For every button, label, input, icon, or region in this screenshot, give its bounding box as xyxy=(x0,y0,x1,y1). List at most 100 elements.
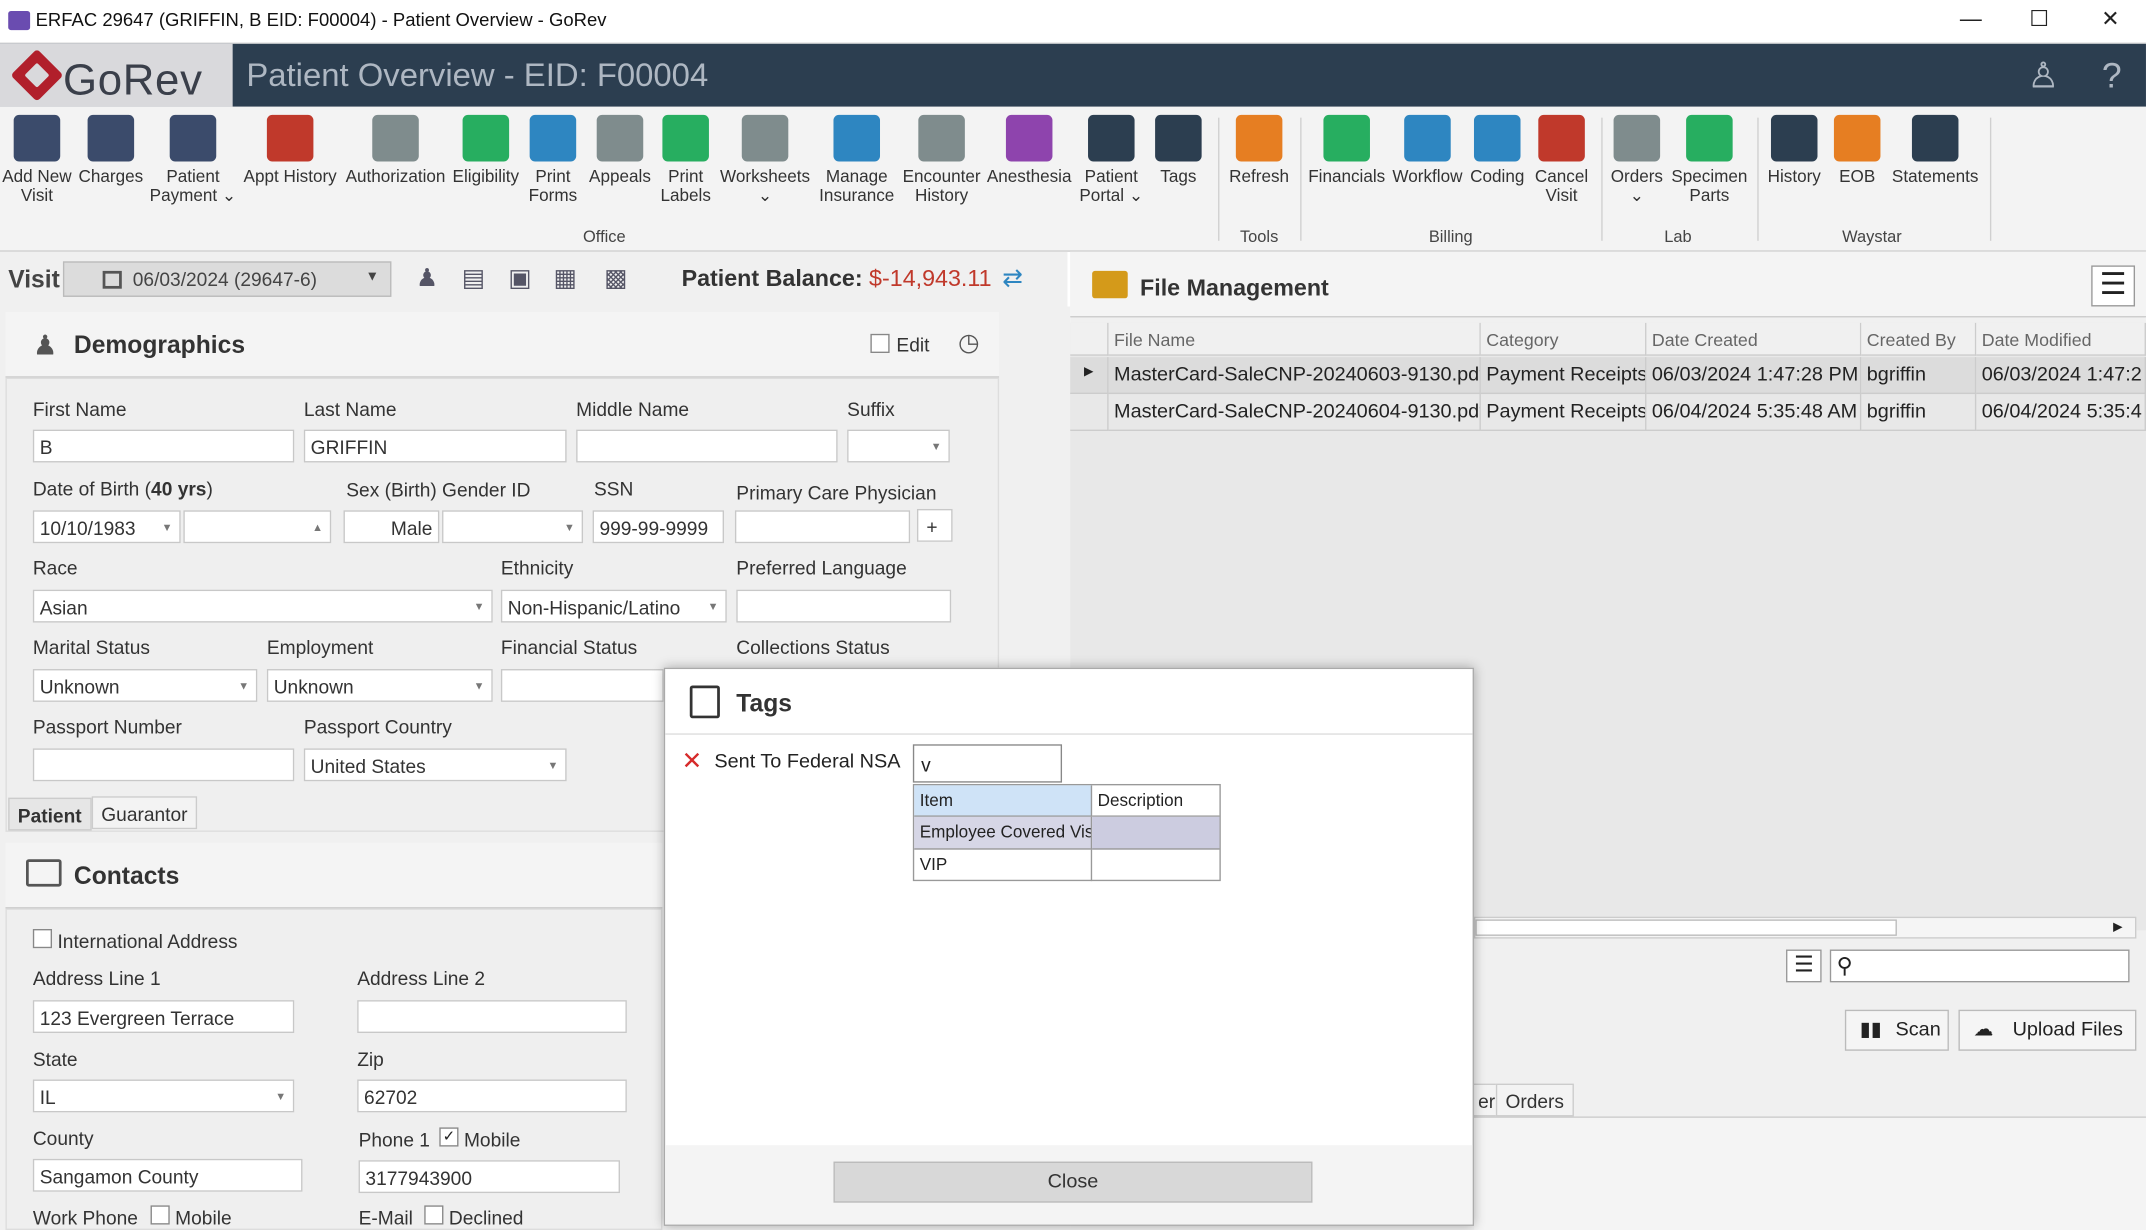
upload-files-button[interactable]: ☁ Upload Files xyxy=(1958,1009,2137,1051)
tab-guarantor[interactable]: Guarantor xyxy=(91,796,198,830)
passport-country-select[interactable]: United States ▼ xyxy=(303,748,567,782)
shield-icon xyxy=(372,114,419,162)
billing-card-icon[interactable]: ▩ xyxy=(599,264,632,294)
ribbon-button-appt-history[interactable]: Appt History xyxy=(235,114,344,186)
tag-suggestions-list: Item Description Employee Covered Visit … xyxy=(912,783,1221,882)
address-line1-field[interactable]: 123 Evergreen Terrace xyxy=(32,1000,295,1033)
gender-select[interactable]: ▼ xyxy=(442,510,584,544)
scan-button[interactable]: ▮▮ Scan xyxy=(1844,1009,1949,1051)
row-expand-icon[interactable]: ▶ xyxy=(1070,357,1109,395)
county-field[interactable]: Sangamon County xyxy=(32,1158,303,1192)
language-select[interactable] xyxy=(736,589,952,623)
help-icon[interactable]: ? xyxy=(2091,55,2132,96)
county-label: County xyxy=(32,1127,94,1150)
person-icon[interactable]: ♟ xyxy=(411,264,444,294)
list-menu-icon[interactable]: ☰ xyxy=(1786,949,1822,983)
logo-text: GoRev xyxy=(62,54,203,104)
sex-select[interactable]: Male xyxy=(343,510,440,544)
cloud-upload-icon: ☁ xyxy=(1973,1019,1994,1042)
suffix-select[interactable]: ▼ xyxy=(847,429,950,463)
first-name-field[interactable]: B xyxy=(32,429,295,463)
tab-patient[interactable]: Patient xyxy=(8,797,92,831)
patient-balance-value: $-14,943.11 xyxy=(869,265,992,292)
work-mobile-label: Mobile xyxy=(175,1206,232,1229)
list-item-description[interactable] xyxy=(1092,816,1220,850)
col-date-created[interactable]: Date Created xyxy=(1646,322,1862,356)
maximize-button[interactable]: ☐ xyxy=(2012,5,2067,38)
payment-icon xyxy=(169,114,217,162)
tags-dialog-title: Tags xyxy=(736,689,792,717)
financial-select[interactable] xyxy=(500,669,664,702)
list-item-vip[interactable]: VIP xyxy=(914,849,1093,882)
marital-select[interactable]: Unknown ▼ xyxy=(32,669,258,702)
page-title: Patient Overview - EID: F00004 xyxy=(246,57,709,95)
race-select[interactable]: Asian ▼ xyxy=(32,589,493,623)
employment-select[interactable]: Unknown ▼ xyxy=(266,669,493,702)
ribbon-toolbar: Add New Visit Charges Patient Payment ⌄ Appt … xyxy=(0,106,2146,252)
window-title-bar: ERFAC 29647 (GRIFFIN, B EID: F00004) - P… xyxy=(0,0,2146,44)
pcp-add-button[interactable]: + xyxy=(916,508,953,542)
transfer-icon[interactable]: ⇄ xyxy=(996,264,1029,294)
passport-field[interactable] xyxy=(32,748,295,782)
dob-time-spinner[interactable]: ▲ xyxy=(183,510,332,544)
international-address-checkbox[interactable] xyxy=(32,929,53,949)
ethnicity-label: Ethnicity xyxy=(500,556,574,579)
hamburger-menu-icon[interactable]: ☰ xyxy=(2091,265,2136,307)
ribbon-button-statements[interactable]: Statements xyxy=(1880,114,1989,186)
middle-name-field[interactable] xyxy=(576,429,838,463)
label-icon xyxy=(662,114,709,162)
history-clock-icon[interactable]: ◷ xyxy=(958,328,980,357)
list-item-description[interactable] xyxy=(1092,850,1219,881)
file-name-cell: MasterCard-SaleCNP-20240604-9130.pdf xyxy=(1108,394,1481,431)
state-select[interactable]: IL ▼ xyxy=(32,1079,295,1113)
calendar-icon xyxy=(266,114,314,162)
col-created-by[interactable]: Created By xyxy=(1861,322,1977,356)
file-search-input[interactable]: ⚲ xyxy=(1829,949,2130,983)
close-window-button[interactable]: ✕ xyxy=(2083,5,2138,38)
spinner-icon: ▲ xyxy=(312,521,323,534)
ribbon-button-patient[interactable]: Patient Payment ⌄ xyxy=(138,114,247,205)
user-icon[interactable]: ♙ xyxy=(2023,55,2064,96)
ssn-field[interactable]: 999-99-9999 xyxy=(592,510,724,544)
id-card-icon[interactable]: ▤ xyxy=(457,264,490,294)
suffix-label: Suffix xyxy=(847,398,895,421)
minimize-button[interactable]: — xyxy=(1943,5,1998,38)
passport-country-label: Passport Country xyxy=(303,715,452,738)
address-line2-field[interactable] xyxy=(357,1000,627,1033)
work-mobile-checkbox[interactable] xyxy=(150,1205,170,1225)
insurance-card-icon[interactable]: ▦ xyxy=(549,264,582,294)
sex-label: Sex (Birth) xyxy=(346,478,437,501)
dropdown-arrow-icon: ▼ xyxy=(275,1090,287,1103)
zip-field[interactable]: 62702 xyxy=(357,1079,627,1113)
edit-checkbox[interactable] xyxy=(870,333,890,353)
col-date-modified[interactable]: Date Modified xyxy=(1976,322,2146,356)
tab-orders[interactable]: Orders xyxy=(1495,1083,1574,1117)
pcp-field[interactable] xyxy=(734,510,911,544)
email-declined-checkbox[interactable] xyxy=(424,1205,444,1225)
syringe-icon xyxy=(1005,114,1053,162)
group-label-office: Office xyxy=(583,227,626,247)
horizontal-scrollbar[interactable]: ▶ xyxy=(1473,916,2137,939)
visit-label: Visit xyxy=(8,265,60,293)
visit-select[interactable]: 06/03/2024 (29647-6) ▼ xyxy=(62,261,392,297)
dob-label: Date of Birth (40 yrs) xyxy=(32,477,213,500)
worksheet-icon xyxy=(741,114,789,162)
scrollbar-thumb[interactable] xyxy=(1475,919,1897,936)
phone1-field[interactable]: 3177943900 xyxy=(358,1160,620,1194)
specimen-icon xyxy=(1686,114,1733,162)
scroll-right-icon[interactable]: ▶ xyxy=(2113,919,2122,934)
dob-field[interactable]: 10/10/1983 ▼ xyxy=(32,510,181,544)
remove-tag-icon[interactable]: ✕ xyxy=(682,747,703,776)
tag-search-input[interactable]: v xyxy=(912,744,1063,783)
ethnicity-select[interactable]: Non-Hispanic/Latino ▼ xyxy=(500,589,727,623)
bed-icon[interactable]: ▣ xyxy=(504,264,537,294)
close-button[interactable]: Close xyxy=(833,1161,1313,1203)
col-file-name[interactable]: File Name xyxy=(1108,322,1481,356)
list-item-employee-covered-visit[interactable]: Employee Covered Visit xyxy=(914,816,1093,850)
dollar-icon xyxy=(1323,114,1370,162)
col-category[interactable]: Category xyxy=(1480,322,1647,356)
last-name-field[interactable]: GRIFFIN xyxy=(303,429,567,463)
middle-name-label: Middle Name xyxy=(576,398,690,421)
tags-icon xyxy=(689,685,720,719)
mobile-checkbox[interactable]: ✓ xyxy=(439,1127,459,1147)
